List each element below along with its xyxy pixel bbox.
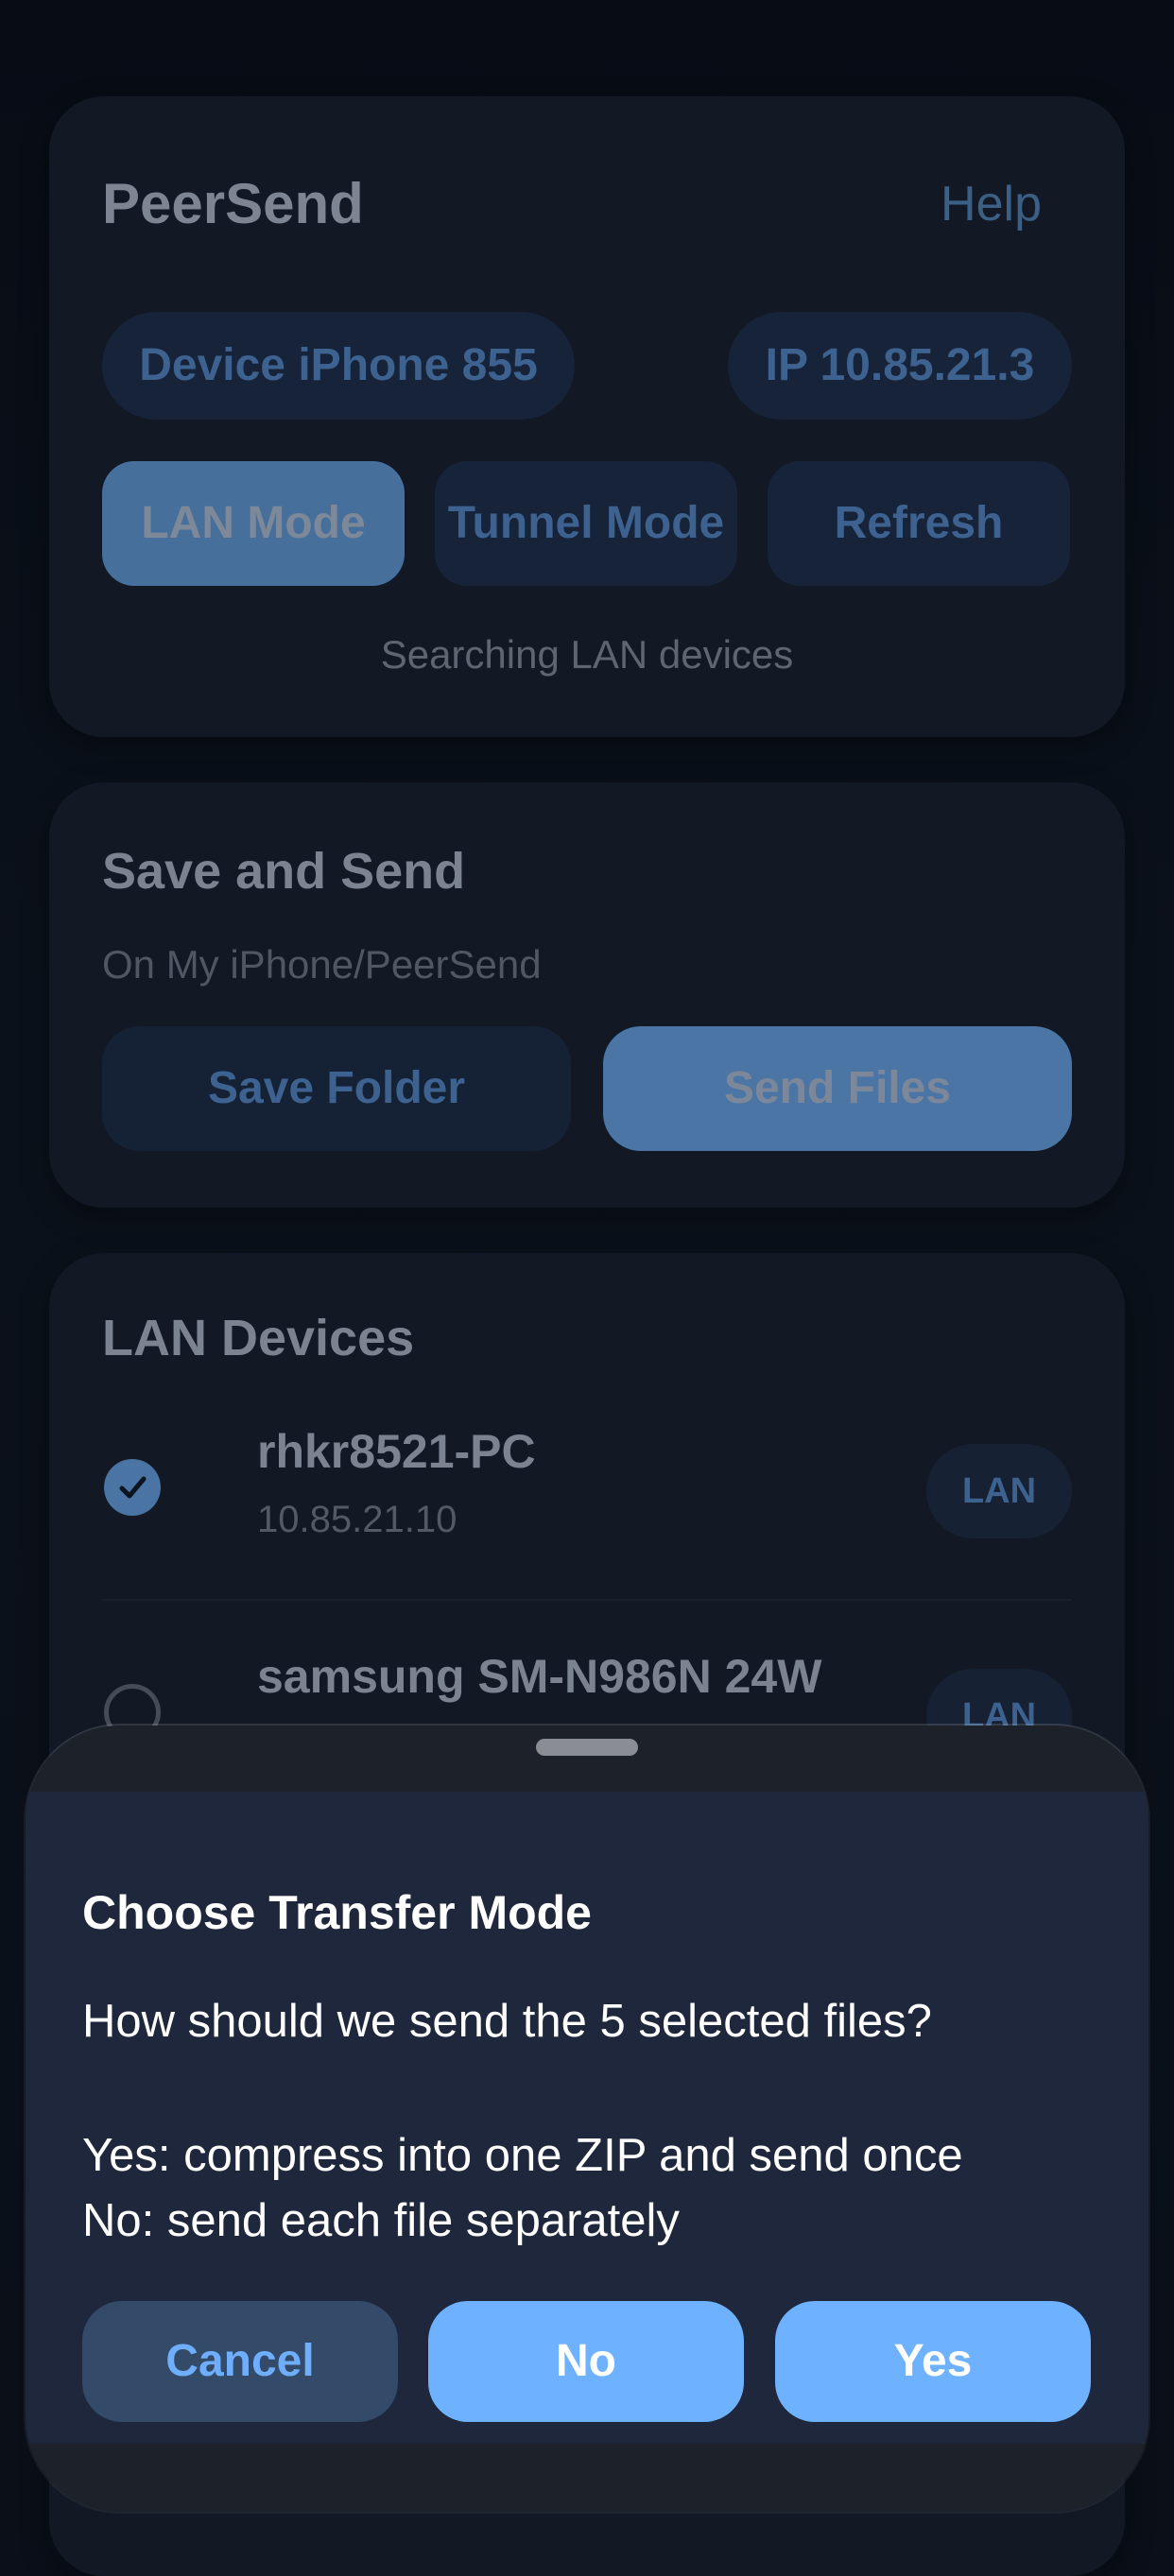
grabber-handle[interactable] xyxy=(536,1739,638,1756)
device-ip: 10.85.21.10 xyxy=(257,1499,458,1540)
checkmark-icon xyxy=(119,1476,147,1499)
tunnel-mode-button[interactable]: Tunnel Mode xyxy=(435,461,737,586)
lan-devices-title: LAN Devices xyxy=(102,1310,415,1366)
save-send-card: Save and Send On My iPhone/PeerSend Save… xyxy=(49,782,1125,1208)
yes-button[interactable]: Yes xyxy=(775,2301,1091,2422)
checkmark-circle-icon[interactable] xyxy=(104,1459,161,1516)
app-background: PeerSend Help Device iPhone 855 IP 10.85… xyxy=(0,0,1174,2576)
device-list-item[interactable]: rhkr8521-PC 10.85.21.10 LAN xyxy=(102,1410,1072,1601)
connection-type-badge: LAN xyxy=(926,1444,1072,1538)
device-name: samsung SM-N986N 24W xyxy=(257,1650,822,1703)
dialog-message-question: How should we send the 5 selected files? xyxy=(82,1996,932,2047)
dialog-title: Choose Transfer Mode xyxy=(82,1886,592,1939)
ip-address-pill: IP 10.85.21.3 xyxy=(728,312,1072,420)
refresh-button[interactable]: Refresh xyxy=(768,461,1070,586)
dialog-message-no-option: No: send each file separately xyxy=(82,2195,680,2246)
save-path-text: On My iPhone/PeerSend xyxy=(102,942,542,987)
sheet-header-strip xyxy=(26,1726,1148,1792)
search-status-text: Searching LAN devices xyxy=(380,632,794,677)
save-send-title: Save and Send xyxy=(102,843,466,900)
device-name: rhkr8521-PC xyxy=(257,1425,536,1478)
app-title: PeerSend xyxy=(102,172,364,235)
device-name-pill: Device iPhone 855 xyxy=(102,312,575,420)
save-folder-button[interactable]: Save Folder xyxy=(102,1026,571,1151)
cancel-button[interactable]: Cancel xyxy=(82,2301,398,2422)
dialog-message-yes-option: Yes: compress into one ZIP and send once xyxy=(82,2130,963,2181)
help-link[interactable]: Help xyxy=(941,176,1042,232)
no-button[interactable]: No xyxy=(428,2301,744,2422)
sheet-footer-strip xyxy=(26,2444,1148,2512)
transfer-mode-sheet: Choose Transfer Mode How should we send … xyxy=(26,1726,1148,2512)
connection-card: PeerSend Help Device iPhone 855 IP 10.85… xyxy=(49,96,1125,737)
send-files-button[interactable]: Send Files xyxy=(603,1026,1072,1151)
lan-mode-button[interactable]: LAN Mode xyxy=(102,461,405,586)
